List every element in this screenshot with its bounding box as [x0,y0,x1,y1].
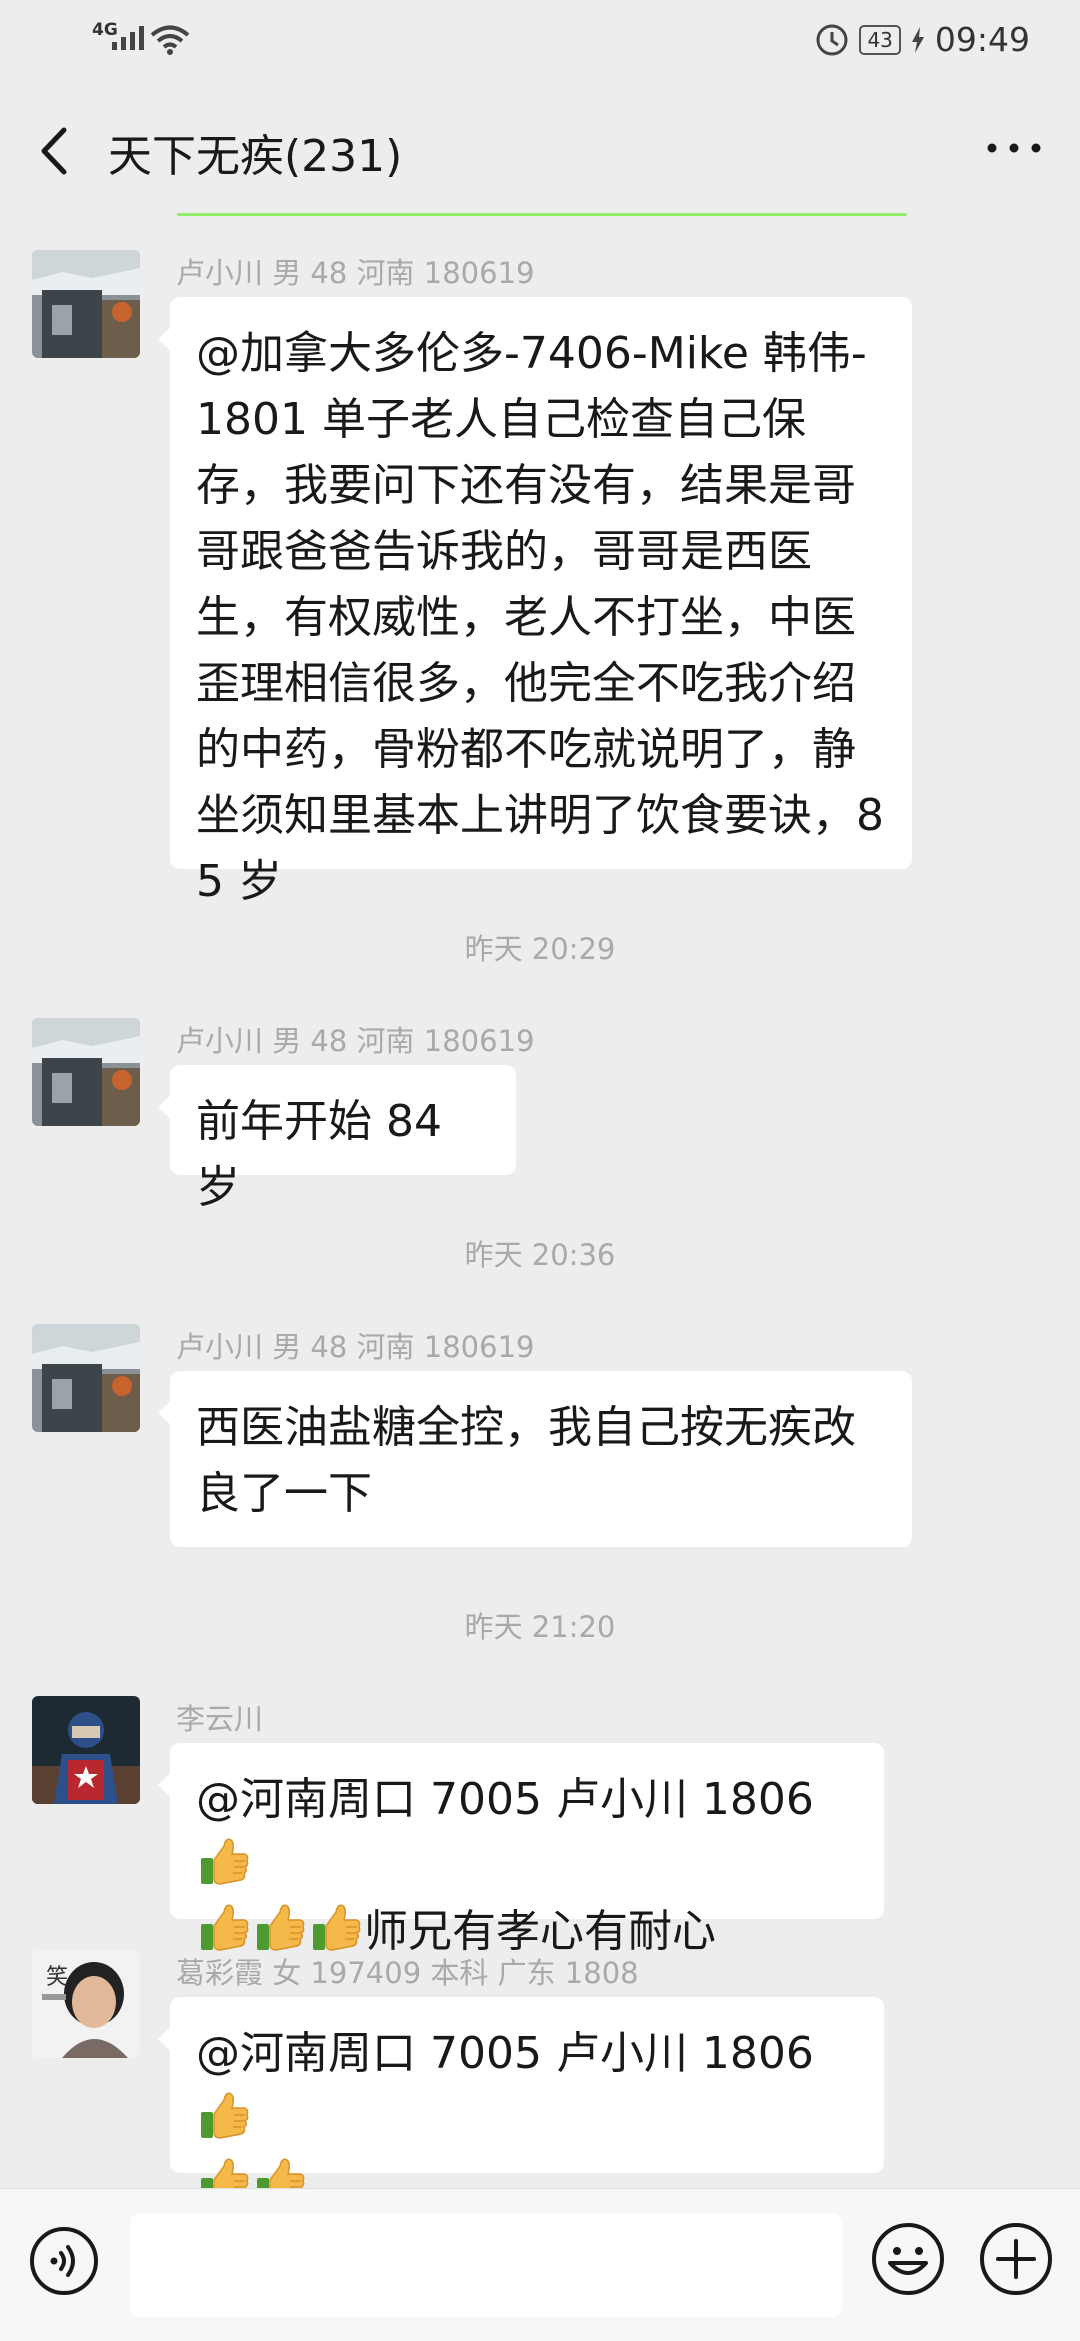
sender-name: 葛彩霞 女 197409 本科 广东 1808 [176,1956,639,1990]
thumbs-up-emoji [198,1834,250,1888]
message-input[interactable] [130,2213,842,2317]
svg-text:笑: 笑 [46,1965,68,1990]
message-text: 前年开始 84 岁 [196,1096,442,1213]
sender-name: 卢小川 男 48 河南 180619 [176,1330,535,1364]
message-bubble[interactable]: 西医油盐糖全控，我自己按无疾改良了一下 [158,1371,912,1547]
signal-icon [112,26,144,50]
status-time: 09:49 [934,20,1030,59]
timestamp: 昨天 20:29 [464,932,616,966]
message-bubble[interactable]: 前年开始 84 岁 [158,1065,516,1213]
wifi-icon [150,25,190,55]
thumbs-up-emoji [310,1900,362,1954]
avatar[interactable] [32,1324,140,1432]
more-dots-icon[interactable] [984,128,1044,168]
message-bubble[interactable]: @加拿大多伦多-7406-Mike 韩伟-1801 单子老人自己检查自己保存，我… [158,297,912,907]
message-bubble[interactable]: @河南周口 7005 卢小川 1806 师兄有孝心有耐心 [158,1743,884,1957]
charging-icon [911,26,924,53]
message-input-bar [0,2188,1080,2341]
thumbs-up-emoji [254,1900,306,1954]
thumbs-up-emoji [198,2088,250,2142]
sender-name: 卢小川 男 48 河南 180619 [176,1024,535,1058]
avatar[interactable] [32,1696,140,1804]
message-text: 西医油盐糖全控，我自己按无疾改良了一下 [196,1402,856,1519]
battery-icon: 43 [859,24,901,55]
status-bar: 4G 43 09:49 [0,0,1080,84]
avatar[interactable] [32,1018,140,1126]
message-text: @河南周口 7005 卢小川 1806 [196,2028,814,2079]
alarm-icon [816,24,848,55]
sender-name: 李云川 [176,1702,264,1736]
chat-header: 天下无疾(231) [0,84,1080,216]
timestamp: 昨天 21:20 [464,1610,616,1644]
previous-message-edge [177,213,907,216]
thumbs-up-emoji [198,1900,250,1954]
avatar[interactable]: 笑 [32,1950,140,2058]
battery-level: 43 [867,27,893,52]
message-text: @加拿大多伦多-7406-Mike 韩伟-1801 单子老人自己检查自己保存，我… [196,328,884,907]
message-bubble[interactable]: @河南周口 7005 卢小川 1806 [158,1997,884,2173]
voice-icon[interactable] [28,2225,100,2297]
plus-icon[interactable] [978,2221,1054,2297]
sender-name: 卢小川 男 48 河南 180619 [176,256,535,290]
message-text: @河南周口 7005 卢小川 1806 [196,1774,814,1825]
chevron-left-icon[interactable] [30,116,80,186]
emoji-icon[interactable] [870,2221,946,2297]
chat-title: 天下无疾(231) [108,131,403,182]
avatar[interactable] [32,250,140,358]
timestamp: 昨天 20:36 [464,1238,616,1272]
